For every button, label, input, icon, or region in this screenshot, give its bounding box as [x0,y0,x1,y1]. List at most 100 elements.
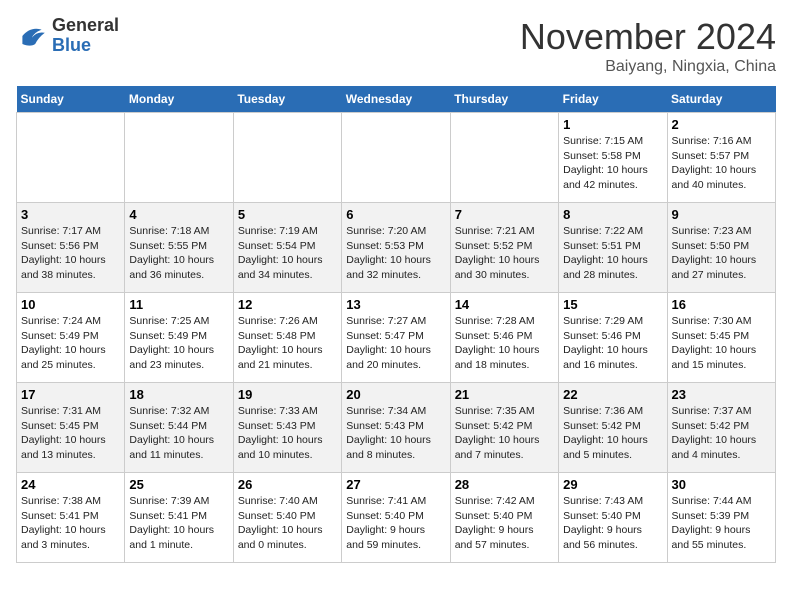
calendar-table: Sunday Monday Tuesday Wednesday Thursday… [16,86,776,563]
calendar-cell: 27 Sunrise: 7:41 AM Sunset: 5:40 PM Dayli… [342,473,450,563]
day-info: Sunrise: 7:37 AM Sunset: 5:42 PM Dayligh… [672,404,771,463]
day-info: Sunrise: 7:40 AM Sunset: 5:40 PM Dayligh… [238,494,337,553]
day-info: Sunrise: 7:32 AM Sunset: 5:44 PM Dayligh… [129,404,228,463]
col-sunday: Sunday [17,86,125,113]
day-info: Sunrise: 7:41 AM Sunset: 5:40 PM Dayligh… [346,494,445,553]
day-number: 10 [21,297,120,312]
calendar-cell: 7 Sunrise: 7:21 AM Sunset: 5:52 PM Daylig… [450,203,558,293]
calendar-cell: 12Sunrise: 7:26 AM Sunset: 5:48 PM Dayli… [233,293,341,383]
logo-icon [16,20,48,52]
day-number: 20 [346,387,445,402]
day-number: 14 [455,297,554,312]
day-number: 1 [563,117,662,132]
day-number: 16 [672,297,771,312]
day-info: Sunrise: 7:19 AM Sunset: 5:54 PM Dayligh… [238,224,337,283]
calendar-cell: 15 Sunrise: 7:29 AM Sunset: 5:46 PM Dayli… [559,293,667,383]
calendar-cell: 16Sunrise: 7:30 AM Sunset: 5:45 PM Dayli… [667,293,775,383]
calendar-cell [233,113,341,203]
day-info: Sunrise: 7:27 AM Sunset: 5:47 PM Dayligh… [346,314,445,373]
col-tuesday: Tuesday [233,86,341,113]
col-wednesday: Wednesday [342,86,450,113]
month-title: November 2024 [520,16,776,58]
week-row-1: 1 Sunrise: 7:15 AM Sunset: 5:58 PM Daylig… [17,113,776,203]
day-info: Sunrise: 7:31 AM Sunset: 5:45 PM Dayligh… [21,404,120,463]
day-info: Sunrise: 7:17 AM Sunset: 5:56 PM Dayligh… [21,224,120,283]
calendar-cell [450,113,558,203]
day-info: Sunrise: 7:16 AM Sunset: 5:57 PM Dayligh… [672,134,771,193]
day-number: 12 [238,297,337,312]
calendar-cell [125,113,233,203]
calendar-cell: 20 Sunrise: 7:34 AM Sunset: 5:43 PM Dayli… [342,383,450,473]
calendar-cell: 29 Sunrise: 7:43 AM Sunset: 5:40 PM Dayli… [559,473,667,563]
day-number: 17 [21,387,120,402]
column-headers: Sunday Monday Tuesday Wednesday Thursday… [17,86,776,113]
day-info: Sunrise: 7:39 AM Sunset: 5:41 PM Dayligh… [129,494,228,553]
day-info: Sunrise: 7:34 AM Sunset: 5:43 PM Dayligh… [346,404,445,463]
calendar-cell: 26 Sunrise: 7:40 AM Sunset: 5:40 PM Dayli… [233,473,341,563]
day-number: 27 [346,477,445,492]
col-saturday: Saturday [667,86,775,113]
logo: General Blue [16,16,119,56]
day-info: Sunrise: 7:22 AM Sunset: 5:51 PM Dayligh… [563,224,662,283]
day-number: 25 [129,477,228,492]
calendar-cell: 8 Sunrise: 7:22 AM Sunset: 5:51 PM Daylig… [559,203,667,293]
day-info: Sunrise: 7:42 AM Sunset: 5:40 PM Dayligh… [455,494,554,553]
day-info: Sunrise: 7:38 AM Sunset: 5:41 PM Dayligh… [21,494,120,553]
day-number: 15 [563,297,662,312]
day-number: 5 [238,207,337,222]
calendar-cell: 11Sunrise: 7:25 AM Sunset: 5:49 PM Dayli… [125,293,233,383]
day-number: 7 [455,207,554,222]
col-friday: Friday [559,86,667,113]
title-area: November 2024 Baiyang, Ningxia, China [520,16,776,76]
day-number: 29 [563,477,662,492]
week-row-5: 24 Sunrise: 7:38 AM Sunset: 5:41 PM Dayli… [17,473,776,563]
day-info: Sunrise: 7:44 AM Sunset: 5:39 PM Dayligh… [672,494,771,553]
day-number: 23 [672,387,771,402]
location-subtitle: Baiyang, Ningxia, China [520,58,776,76]
day-number: 2 [672,117,771,132]
day-info: Sunrise: 7:24 AM Sunset: 5:49 PM Dayligh… [21,314,120,373]
day-number: 18 [129,387,228,402]
day-number: 3 [21,207,120,222]
day-number: 22 [563,387,662,402]
calendar-cell: 18 Sunrise: 7:32 AM Sunset: 5:44 PM Dayli… [125,383,233,473]
day-number: 21 [455,387,554,402]
calendar-cell: 13Sunrise: 7:27 AM Sunset: 5:47 PM Dayli… [342,293,450,383]
calendar-cell: 23 Sunrise: 7:37 AM Sunset: 5:42 PM Dayli… [667,383,775,473]
calendar-cell: 19 Sunrise: 7:33 AM Sunset: 5:43 PM Dayli… [233,383,341,473]
day-info: Sunrise: 7:43 AM Sunset: 5:40 PM Dayligh… [563,494,662,553]
calendar-cell: 9 Sunrise: 7:23 AM Sunset: 5:50 PM Daylig… [667,203,775,293]
day-number: 28 [455,477,554,492]
col-monday: Monday [125,86,233,113]
day-number: 30 [672,477,771,492]
calendar-cell: 1 Sunrise: 7:15 AM Sunset: 5:58 PM Daylig… [559,113,667,203]
calendar-cell: 17 Sunrise: 7:31 AM Sunset: 5:45 PM Dayli… [17,383,125,473]
day-info: Sunrise: 7:28 AM Sunset: 5:46 PM Dayligh… [455,314,554,373]
calendar-cell: 4Sunrise: 7:18 AM Sunset: 5:55 PM Daylig… [125,203,233,293]
day-info: Sunrise: 7:21 AM Sunset: 5:52 PM Dayligh… [455,224,554,283]
day-info: Sunrise: 7:33 AM Sunset: 5:43 PM Dayligh… [238,404,337,463]
calendar-cell: 25 Sunrise: 7:39 AM Sunset: 5:41 PM Dayli… [125,473,233,563]
calendar-cell: 3 Sunrise: 7:17 AM Sunset: 5:56 PM Daylig… [17,203,125,293]
calendar-cell: 21Sunrise: 7:35 AM Sunset: 5:42 PM Dayli… [450,383,558,473]
day-number: 26 [238,477,337,492]
day-info: Sunrise: 7:25 AM Sunset: 5:49 PM Dayligh… [129,314,228,373]
day-number: 8 [563,207,662,222]
col-thursday: Thursday [450,86,558,113]
calendar-cell: 6Sunrise: 7:20 AM Sunset: 5:53 PM Daylig… [342,203,450,293]
day-info: Sunrise: 7:15 AM Sunset: 5:58 PM Dayligh… [563,134,662,193]
day-info: Sunrise: 7:29 AM Sunset: 5:46 PM Dayligh… [563,314,662,373]
day-number: 9 [672,207,771,222]
day-number: 24 [21,477,120,492]
calendar-cell: 28 Sunrise: 7:42 AM Sunset: 5:40 PM Dayli… [450,473,558,563]
calendar-cell: 30 Sunrise: 7:44 AM Sunset: 5:39 PM Dayli… [667,473,775,563]
day-info: Sunrise: 7:23 AM Sunset: 5:50 PM Dayligh… [672,224,771,283]
day-info: Sunrise: 7:18 AM Sunset: 5:55 PM Dayligh… [129,224,228,283]
calendar-cell: 24 Sunrise: 7:38 AM Sunset: 5:41 PM Dayli… [17,473,125,563]
header: General Blue November 2024 Baiyang, Ning… [16,16,776,76]
day-info: Sunrise: 7:20 AM Sunset: 5:53 PM Dayligh… [346,224,445,283]
calendar-cell: 14 Sunrise: 7:28 AM Sunset: 5:46 PM Dayli… [450,293,558,383]
day-number: 19 [238,387,337,402]
calendar-cell [342,113,450,203]
logo-text: General Blue [52,16,119,56]
